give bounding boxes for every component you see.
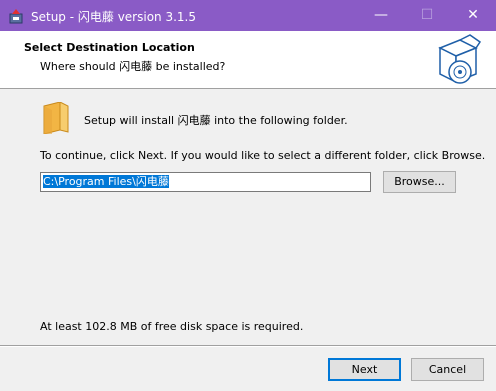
browse-button[interactable]: Browse...: [383, 171, 456, 193]
install-box-icon: [438, 34, 482, 84]
maximize-icon: ☐: [420, 7, 434, 23]
destination-path-input[interactable]: C:\Program Files\闪电藤: [40, 172, 371, 192]
wizard-header: Select Destination Location Where should…: [0, 31, 496, 89]
folder-icon: [43, 102, 69, 134]
page-subtitle: Where should 闪电藤 be installed?: [40, 60, 226, 73]
destination-path-value: C:\Program Files\闪电藤: [43, 175, 169, 188]
title-bar[interactable]: Setup - 闪电藤 version 3.1.5 — ☐ ✕: [0, 0, 496, 31]
cancel-button[interactable]: Cancel: [411, 358, 484, 381]
install-info-text: Setup will install 闪电藤 into the followin…: [84, 114, 348, 127]
continue-instructions: To continue, click Next. If you would li…: [40, 149, 486, 162]
minimize-button[interactable]: —: [358, 0, 404, 31]
disk-space-text: At least 102.8 MB of free disk space is …: [40, 320, 304, 333]
close-icon: ✕: [467, 7, 479, 23]
setup-app-icon: [9, 9, 23, 24]
footer-divider-highlight: [0, 346, 496, 347]
next-button[interactable]: Next: [328, 358, 401, 381]
minimize-icon: —: [374, 7, 388, 23]
page-title: Select Destination Location: [24, 41, 195, 54]
maximize-button[interactable]: ☐: [404, 0, 450, 31]
close-button[interactable]: ✕: [450, 0, 496, 31]
window-title: Setup - 闪电藤 version 3.1.5: [31, 10, 197, 24]
